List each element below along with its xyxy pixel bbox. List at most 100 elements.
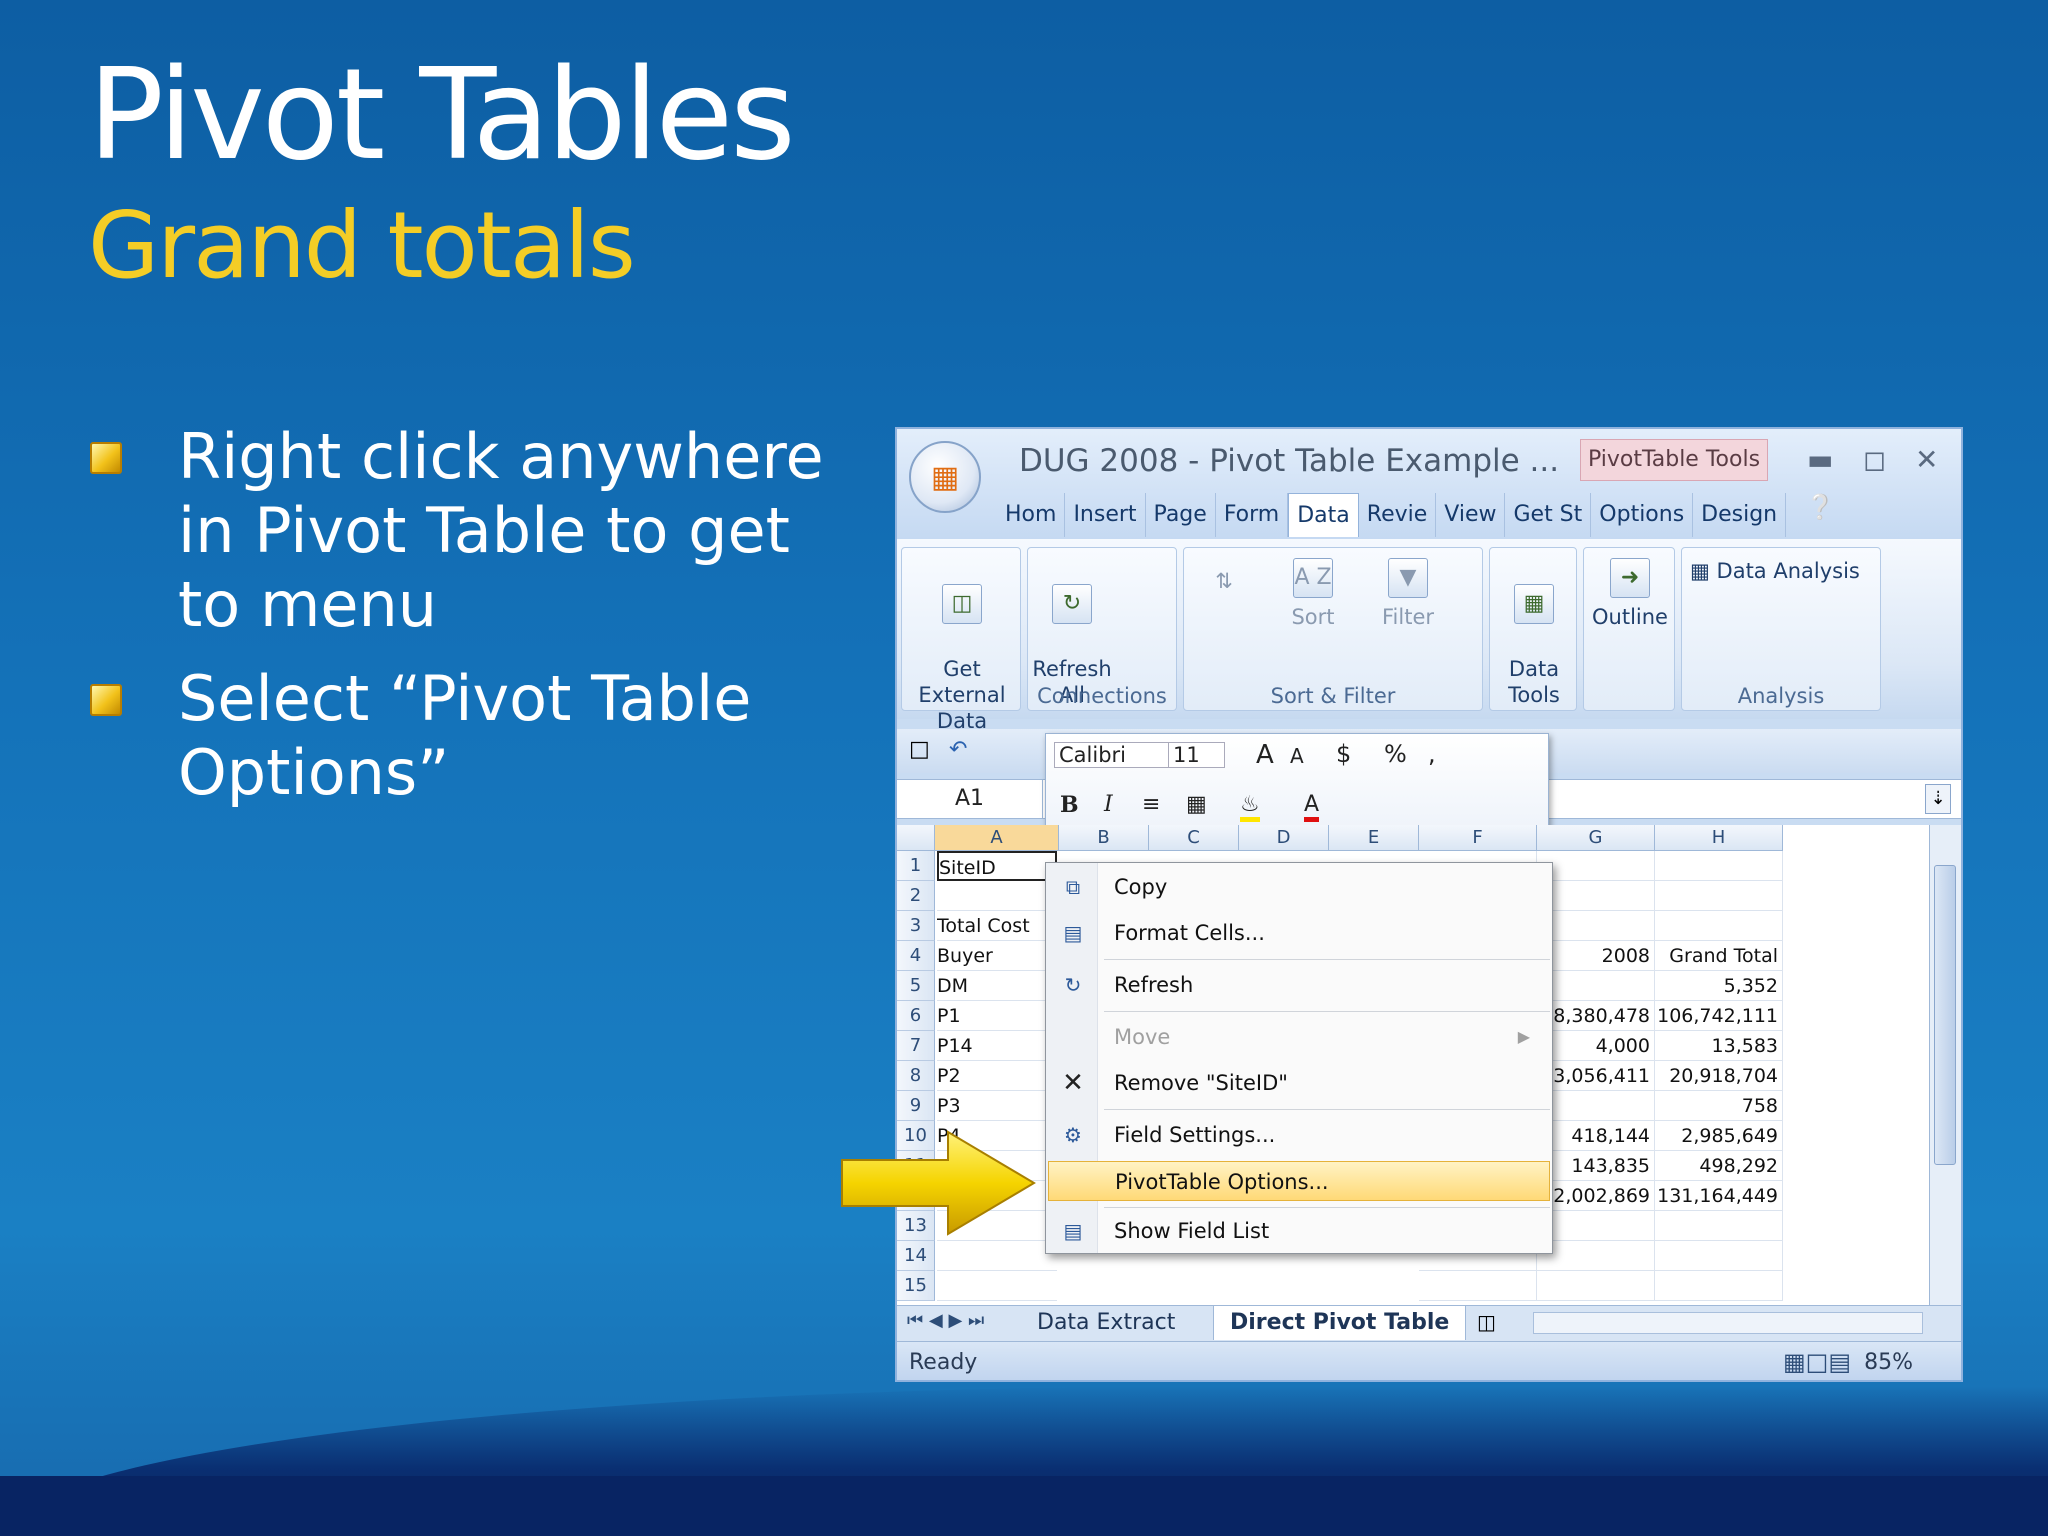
comma-icon[interactable]: , <box>1428 740 1436 768</box>
tab-formulas[interactable]: Form <box>1216 493 1289 537</box>
view-buttons-icon[interactable]: ▦□▤ <box>1783 1348 1851 1376</box>
column-header-g[interactable]: G <box>1537 825 1655 851</box>
cell-g[interactable] <box>1537 911 1655 941</box>
cell-h[interactable] <box>1655 851 1783 881</box>
menu-item-field-settings[interactable]: ⚙ Field Settings... <box>1048 1115 1550 1155</box>
shrink-font-icon[interactable]: A <box>1290 744 1304 768</box>
grow-font-icon[interactable]: A <box>1256 740 1274 770</box>
cell-h[interactable]: 2,985,649 <box>1655 1121 1783 1151</box>
tab-get-started[interactable]: Get St <box>1505 493 1592 537</box>
insert-sheet-icon[interactable]: ◫ <box>1477 1310 1496 1334</box>
tab-home[interactable]: Hom <box>997 493 1066 537</box>
row-header[interactable]: 4 <box>897 941 935 971</box>
sort-button[interactable]: A Z Sort <box>1268 558 1358 630</box>
tab-view[interactable]: View <box>1436 493 1506 537</box>
cell-a[interactable] <box>937 1241 1057 1271</box>
font-color-icon[interactable]: A <box>1304 792 1320 822</box>
cell-g[interactable]: 4,000 <box>1537 1031 1655 1061</box>
row-header[interactable]: 7 <box>897 1031 935 1061</box>
row-header[interactable]: 14 <box>897 1241 935 1271</box>
row-header[interactable]: 8 <box>897 1061 935 1091</box>
expand-formula-icon[interactable]: ⇣ <box>1925 784 1951 814</box>
cell-h[interactable] <box>1655 881 1783 911</box>
tab-page-layout[interactable]: Page <box>1146 493 1216 537</box>
cell-g[interactable] <box>1537 851 1655 881</box>
cell-a[interactable]: P1 <box>937 1001 1057 1031</box>
borders-icon[interactable]: ▦ <box>1186 792 1207 817</box>
zoom-level[interactable]: 85% <box>1864 1350 1913 1375</box>
row-header[interactable]: 2 <box>897 881 935 911</box>
cell-g[interactable]: 3,056,411 <box>1537 1061 1655 1091</box>
align-center-icon[interactable]: ≡ <box>1142 792 1160 817</box>
data-analysis-button[interactable]: ▦ Data Analysis <box>1690 558 1880 584</box>
cell-h[interactable]: 758 <box>1655 1091 1783 1121</box>
cell-g[interactable] <box>1537 971 1655 1001</box>
cell-h[interactable]: 20,918,704 <box>1655 1061 1783 1091</box>
cell-g[interactable]: 22,002,869 <box>1537 1181 1655 1211</box>
column-header-a[interactable]: A <box>935 825 1059 851</box>
scroll-thumb[interactable] <box>1934 865 1956 1165</box>
tab-design[interactable]: Design <box>1693 493 1787 537</box>
bold-icon[interactable]: B <box>1060 792 1079 818</box>
row-header[interactable]: 9 <box>897 1091 935 1121</box>
percent-icon[interactable]: % <box>1384 740 1407 768</box>
cell-g[interactable] <box>1537 1211 1655 1241</box>
cell-a[interactable]: Buyer <box>937 941 1057 971</box>
cell-h[interactable]: 498,292 <box>1655 1151 1783 1181</box>
tab-insert[interactable]: Insert <box>1065 493 1146 537</box>
cell-a[interactable] <box>937 881 1057 911</box>
menu-item-copy[interactable]: ⧉ Copy <box>1048 867 1550 907</box>
sheet-nav-icon[interactable]: ⏮ ◀ ▶ ⏭ <box>907 1310 984 1331</box>
cell-g[interactable]: 18,380,478 <box>1537 1001 1655 1031</box>
cell-g[interactable] <box>1537 881 1655 911</box>
outline-button[interactable]: ➜ Outline <box>1588 558 1672 630</box>
menu-item-show-field-list[interactable]: ▤ Show Field List <box>1048 1211 1550 1251</box>
cell-g[interactable]: 418,144 <box>1537 1121 1655 1151</box>
tab-review[interactable]: Revie <box>1359 493 1437 537</box>
close-icon[interactable]: ✕ <box>1915 443 1938 476</box>
cell-a[interactable]: SiteID <box>937 851 1057 881</box>
get-external-data-button[interactable]: ◫ Get External Data <box>906 558 1018 734</box>
cell-g[interactable]: 2008 <box>1537 941 1655 971</box>
cell-a[interactable]: P14 <box>937 1031 1057 1061</box>
name-box[interactable]: A1 <box>897 780 1043 818</box>
currency-icon[interactable]: $ <box>1336 740 1351 768</box>
cell-g[interactable] <box>1537 1241 1655 1271</box>
menu-item-refresh[interactable]: ↻ Refresh <box>1048 965 1550 1005</box>
sheet-tab-direct-pivot-table[interactable]: Direct Pivot Table <box>1213 1306 1467 1340</box>
cell-a[interactable] <box>937 1271 1057 1301</box>
cell-g[interactable] <box>1537 1271 1655 1301</box>
cell-g[interactable] <box>1537 1091 1655 1121</box>
maximize-icon[interactable]: ◻ <box>1863 443 1886 476</box>
sheet-tab-data-extract[interactable]: Data Extract <box>1021 1306 1191 1340</box>
tab-options[interactable]: Options <box>1591 493 1694 537</box>
minimize-icon[interactable]: ▬ <box>1807 443 1833 476</box>
menu-item-pivottable-options[interactable]: PivotTable Options... <box>1048 1161 1550 1201</box>
data-tools-button[interactable]: ▦ Data Tools <box>1494 558 1574 708</box>
cell-a[interactable]: Total Cost <box>937 911 1057 941</box>
cell-a[interactable]: DM <box>937 971 1057 1001</box>
cell-h[interactable]: 106,742,111 <box>1655 1001 1783 1031</box>
cell-a[interactable]: P2 <box>937 1061 1057 1091</box>
menu-item-move[interactable]: Move ▶ <box>1048 1017 1550 1057</box>
row-header[interactable]: 3 <box>897 911 935 941</box>
horizontal-scrollbar[interactable] <box>1533 1312 1923 1334</box>
menu-item-format-cells[interactable]: ▤ Format Cells... <box>1048 913 1550 953</box>
font-name-dropdown[interactable]: Calibri <box>1054 742 1171 768</box>
cell-h[interactable] <box>1655 1211 1783 1241</box>
tab-data[interactable]: Data <box>1288 493 1359 537</box>
fill-color-icon[interactable]: ♨ <box>1240 792 1260 822</box>
cell-a[interactable]: P3 <box>937 1091 1057 1121</box>
undo-icon[interactable]: ↶ <box>949 737 967 762</box>
cell-h[interactable] <box>1655 911 1783 941</box>
column-header-h[interactable]: H <box>1655 825 1783 851</box>
menu-item-remove[interactable]: ✕ Remove "SiteID" <box>1048 1063 1550 1103</box>
vertical-scrollbar[interactable] <box>1929 825 1961 1305</box>
row-header[interactable]: 15 <box>897 1271 935 1301</box>
cell-h[interactable] <box>1655 1241 1783 1271</box>
office-button[interactable]: ▦ <box>909 441 981 513</box>
filter-button[interactable]: ▼ Filter <box>1368 558 1448 630</box>
column-header-d[interactable]: D <box>1239 825 1329 851</box>
column-header-b[interactable]: B <box>1059 825 1149 851</box>
cell-h[interactable]: 131,164,449 <box>1655 1181 1783 1211</box>
